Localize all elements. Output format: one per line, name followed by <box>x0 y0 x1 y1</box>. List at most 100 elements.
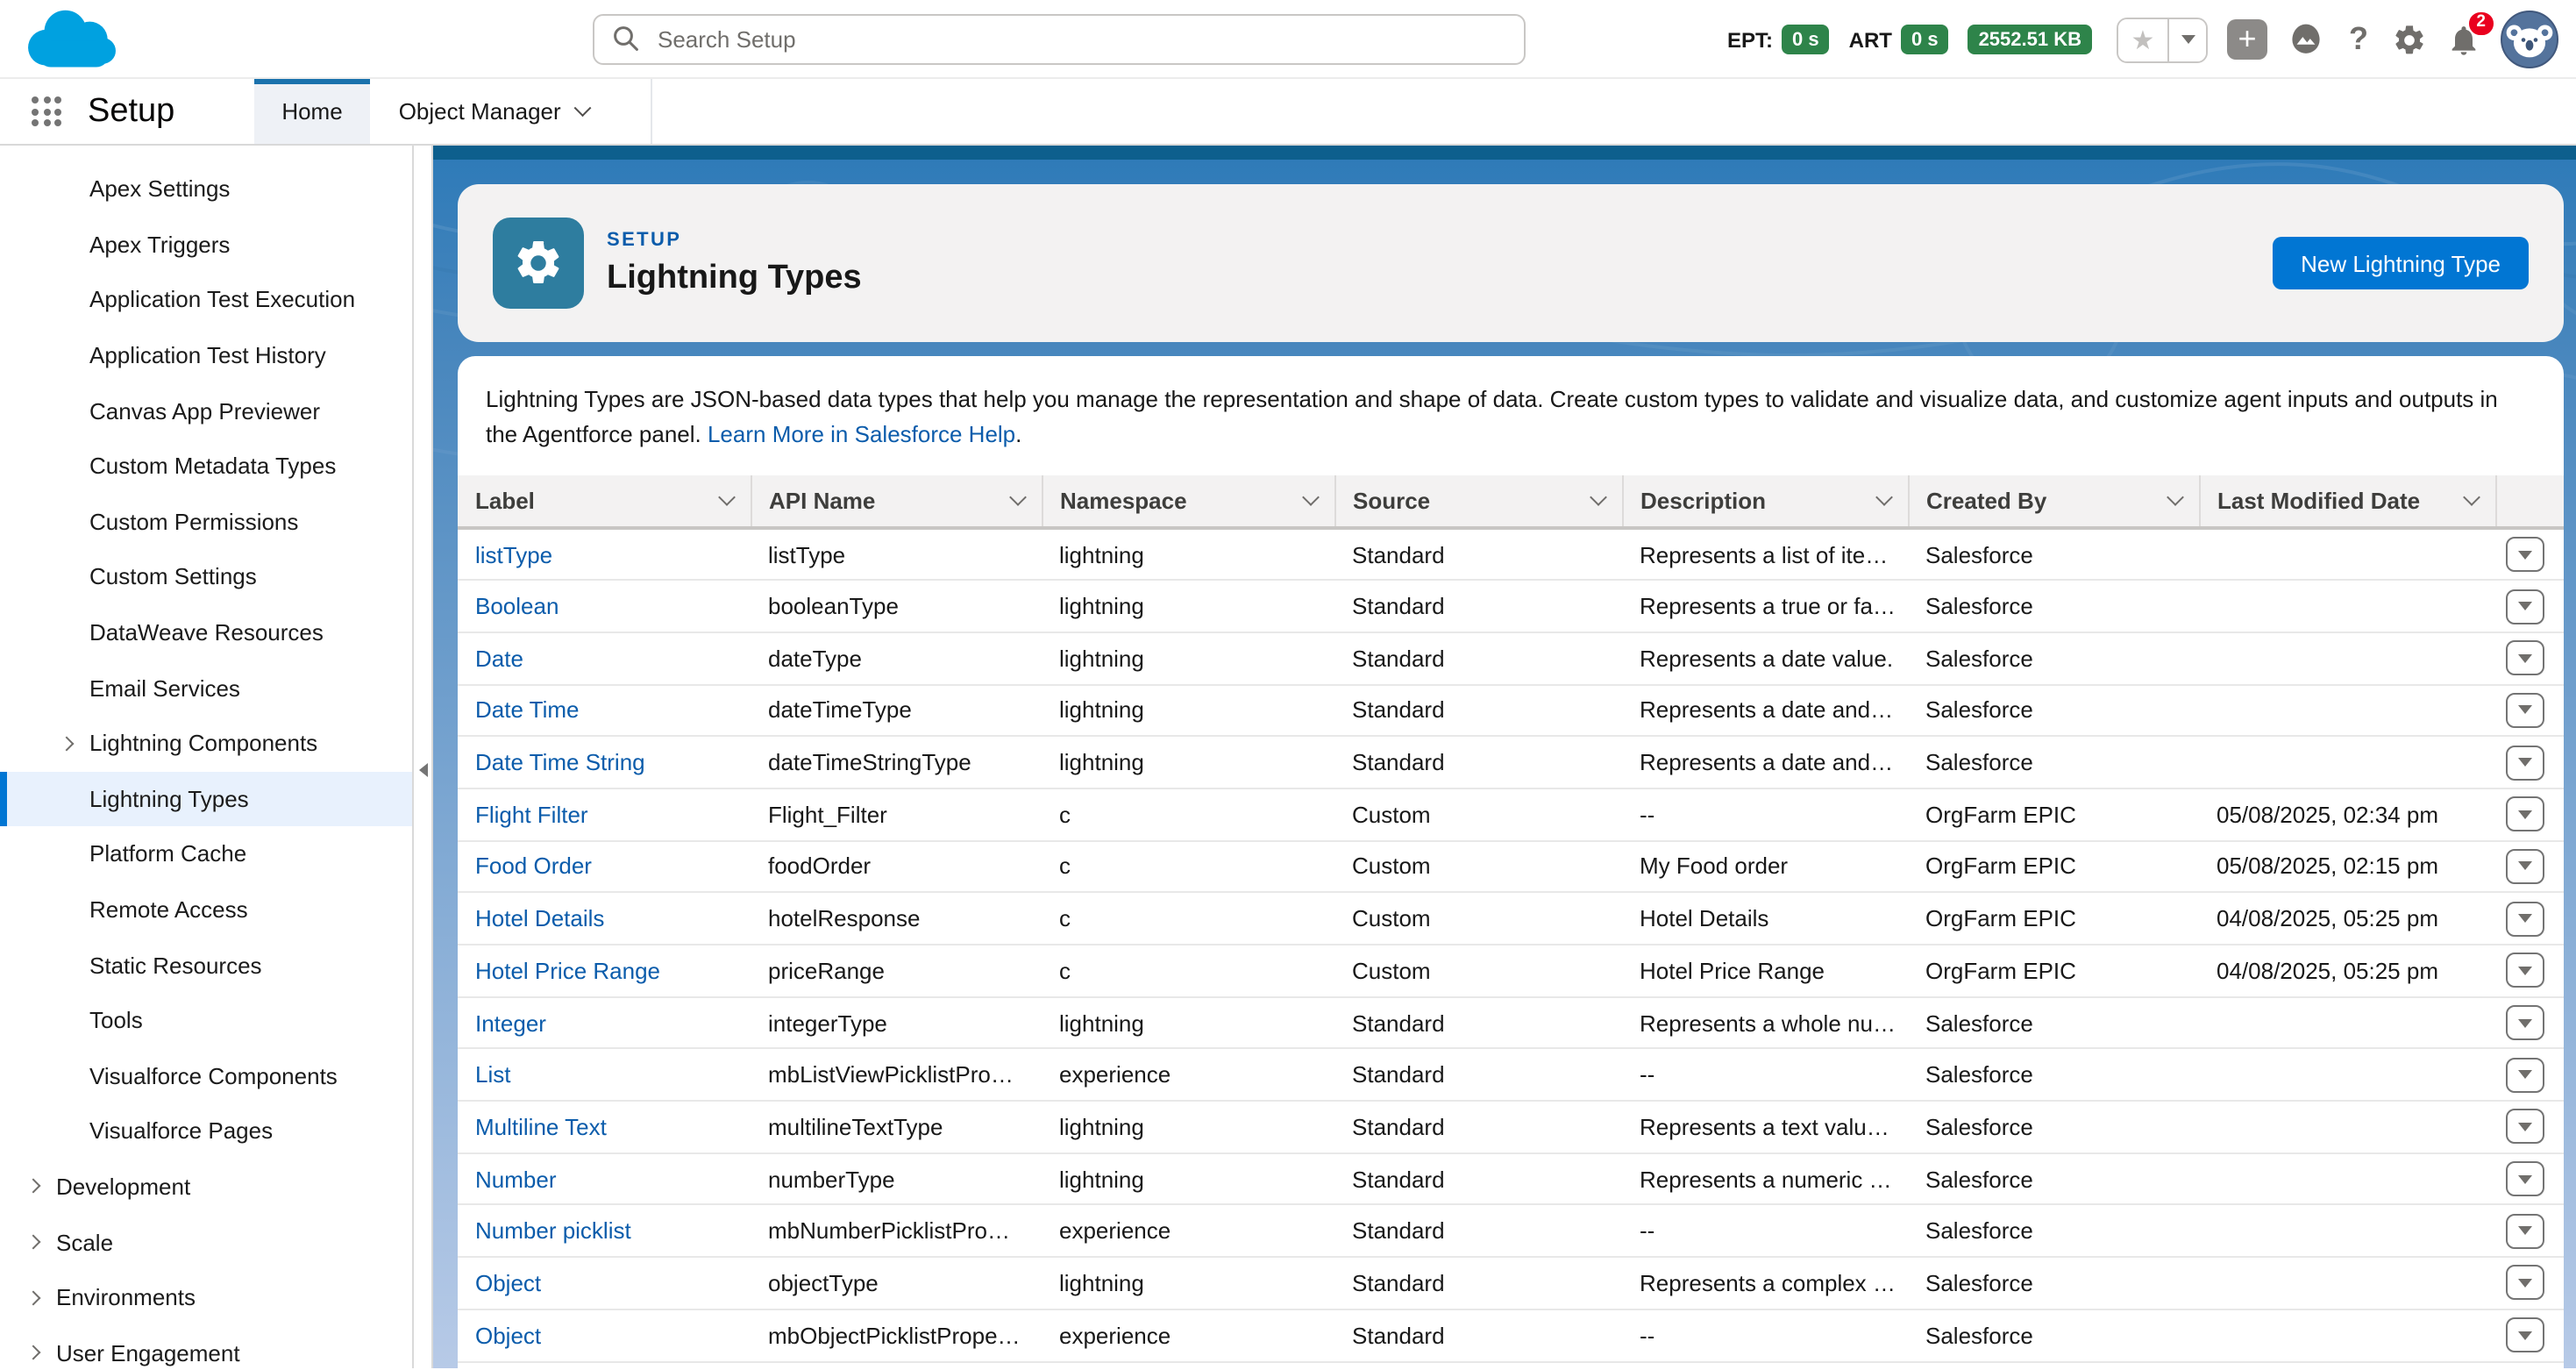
cell-description: My Food order <box>1622 840 1908 892</box>
row-actions-button[interactable] <box>2506 953 2544 988</box>
caret-down-icon <box>2518 862 2532 871</box>
row-label-link[interactable]: Food Order <box>475 853 592 880</box>
lightning-types-card: Lightning Types are JSON-based data type… <box>458 356 2564 1368</box>
cell-api-name: dateTimeType <box>751 684 1042 736</box>
chevron-right-icon <box>28 1237 49 1247</box>
caret-down-icon <box>2518 1331 2532 1339</box>
cell-namespace: lightning <box>1042 996 1334 1048</box>
row-label-link[interactable]: List <box>475 1061 510 1088</box>
row-actions-button[interactable] <box>2506 849 2544 884</box>
row-label-link[interactable]: Flight Filter <box>475 802 588 828</box>
cell-last-modified: 05/08/2025, 02:15 pm <box>2199 840 2495 892</box>
row-label-link[interactable]: Number picklist <box>475 1218 631 1245</box>
search-input[interactable] <box>593 14 1526 65</box>
sidebar-item-application-test-history[interactable]: Application Test History <box>0 328 412 383</box>
question-mark-icon: ? <box>2349 21 2368 58</box>
setup-menu: Apex Settings Apex Triggers Application … <box>0 146 414 1368</box>
row-label-link[interactable]: Date <box>475 645 523 671</box>
row-actions-button[interactable] <box>2506 693 2544 728</box>
column-header-description[interactable]: Description <box>1622 475 1908 528</box>
trailhead-button[interactable] <box>2287 20 2325 59</box>
column-header-namespace[interactable]: Namespace <box>1042 475 1334 528</box>
row-actions-button[interactable] <box>2506 1266 2544 1301</box>
favorites-dropdown-button[interactable] <box>2169 18 2206 61</box>
row-actions-button[interactable] <box>2506 589 2544 624</box>
cell-last-modified <box>2199 1153 2495 1205</box>
sidebar-item-label: DataWeave Resources <box>89 619 324 646</box>
column-header-created-by[interactable]: Created By <box>1908 475 2199 528</box>
sidebar-item-visualforce-components[interactable]: Visualforce Components <box>0 1048 412 1103</box>
column-header-label[interactable]: Label <box>458 475 751 528</box>
sidebar-item-custom-metadata-types[interactable]: Custom Metadata Types <box>0 439 412 494</box>
tab-object-manager[interactable]: Object Manager <box>371 79 616 144</box>
row-actions-button[interactable] <box>2506 1005 2544 1040</box>
row-actions-button[interactable] <box>2506 797 2544 832</box>
row-actions-button[interactable] <box>2506 901 2544 936</box>
help-button[interactable]: ? <box>2345 21 2373 58</box>
row-actions-button[interactable] <box>2506 1057 2544 1092</box>
sidebar-item-remote-access[interactable]: Remote Access <box>0 881 412 937</box>
row-actions-button[interactable] <box>2506 537 2544 572</box>
sidebar-item-scale[interactable]: Scale <box>0 1215 412 1270</box>
chevron-down-icon <box>1008 489 1026 506</box>
sidebar-item-environments[interactable]: Environments <box>0 1270 412 1325</box>
workspace: Apex Settings Apex Triggers Application … <box>0 146 2576 1368</box>
sidebar-item-lightning-components[interactable]: Lightning Components <box>0 716 412 771</box>
sidebar-item-development[interactable]: Development <box>0 1159 412 1214</box>
sidebar-item-application-test-execution[interactable]: Application Test Execution <box>0 272 412 327</box>
collapse-sidebar-icon[interactable] <box>418 763 427 777</box>
cell-created-by: Salesforce <box>1908 632 2199 684</box>
row-label-link[interactable]: Date Time String <box>475 749 645 775</box>
sidebar-item-custom-permissions[interactable]: Custom Permissions <box>0 494 412 549</box>
setup-content: SETUP Lightning Types New Lightning Type… <box>433 146 2576 1368</box>
sidebar-item-label: Development <box>56 1174 190 1200</box>
row-actions-button[interactable] <box>2506 640 2544 675</box>
column-header-source[interactable]: Source <box>1334 475 1622 528</box>
quick-create-button[interactable]: + <box>2227 19 2267 60</box>
table-row: Object mbObjectPicklistPrope… experience… <box>458 1309 2564 1361</box>
sidebar-item-dataweave-resources[interactable]: DataWeave Resources <box>0 605 412 660</box>
row-actions-button[interactable] <box>2506 1214 2544 1249</box>
sidebar-item-visualforce-pages[interactable]: Visualforce Pages <box>0 1103 412 1159</box>
sidebar-item-static-resources[interactable]: Static Resources <box>0 938 412 993</box>
column-header-last-modified-date[interactable]: Last Modified Date <box>2199 475 2495 528</box>
row-label-link[interactable]: Integer <box>475 1010 546 1036</box>
caret-down-icon <box>2518 1018 2532 1027</box>
notifications-control: 2 <box>2446 22 2481 57</box>
setup-gear-button[interactable] <box>2392 22 2427 57</box>
sidebar-item-email-services[interactable]: Email Services <box>0 660 412 716</box>
caret-down-icon <box>2518 758 2532 767</box>
column-header-api-name[interactable]: API Name <box>751 475 1042 528</box>
app-launcher-icon[interactable] <box>32 96 61 126</box>
row-label-link[interactable]: Object <box>475 1322 541 1348</box>
row-label-link[interactable]: Hotel Details <box>475 905 604 931</box>
row-actions-button[interactable] <box>2506 1317 2544 1352</box>
row-label-link[interactable]: Number <box>475 1166 557 1192</box>
row-label-link[interactable]: Hotel Price Range <box>475 958 660 984</box>
user-avatar[interactable] <box>2501 11 2558 68</box>
row-label-link[interactable]: Boolean <box>475 593 559 619</box>
sidebar-item-label: Application Test Execution <box>89 287 355 313</box>
row-actions-button[interactable] <box>2506 1110 2544 1145</box>
row-actions-button[interactable] <box>2506 1161 2544 1196</box>
sidebar-item-custom-settings[interactable]: Custom Settings <box>0 549 412 604</box>
sidebar-item-apex-triggers[interactable]: Apex Triggers <box>0 217 412 272</box>
row-label-link[interactable]: Multiline Text <box>475 1114 607 1140</box>
sidebar-item-tools[interactable]: Tools <box>0 993 412 1048</box>
art-label: ART <box>1849 27 1892 52</box>
row-label-link[interactable]: listType <box>475 541 552 567</box>
learn-more-link[interactable]: Learn More in Salesforce Help <box>708 421 1015 447</box>
sidebar-item-platform-cache[interactable]: Platform Cache <box>0 826 412 881</box>
row-label-link[interactable]: Object <box>475 1270 541 1296</box>
sidebar-item-canvas-app-previewer[interactable]: Canvas App Previewer <box>0 383 412 439</box>
sidebar-item-lightning-types[interactable]: Lightning Types <box>0 771 412 826</box>
row-actions-button[interactable] <box>2506 745 2544 780</box>
row-label-link[interactable]: Date Time <box>475 697 580 724</box>
favorite-star-button[interactable]: ★ <box>2118 18 2169 61</box>
new-lightning-type-button[interactable]: New Lightning Type <box>2273 237 2529 289</box>
tab-home[interactable]: Home <box>253 79 370 144</box>
sidebar-item-user-engagement[interactable]: User Engagement <box>0 1325 412 1368</box>
cell-description: Hotel Details <box>1622 893 1908 945</box>
cell-source: Standard <box>1334 528 1622 580</box>
sidebar-item-apex-settings[interactable]: Apex Settings <box>0 161 412 217</box>
